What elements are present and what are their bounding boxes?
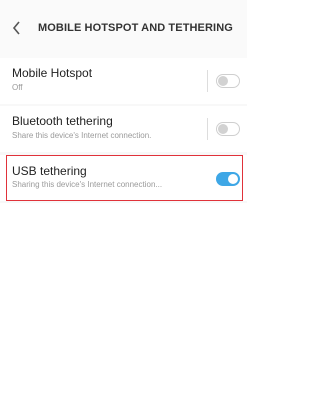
row-divider (207, 118, 208, 140)
tethering-settings-screen: MOBILE HOTSPOT AND TETHERING Mobile Hots… (0, 0, 247, 401)
mobile-hotspot-status: Off (12, 83, 23, 92)
highlight-annotation-box (6, 155, 243, 201)
bluetooth-tethering-toggle[interactable] (216, 122, 240, 136)
page-title: MOBILE HOTSPOT AND TETHERING (38, 22, 233, 34)
toggle-knob (218, 75, 228, 86)
back-button[interactable] (6, 16, 28, 40)
app-bar: MOBILE HOTSPOT AND TETHERING (0, 0, 247, 59)
mobile-hotspot-row[interactable]: Mobile Hotspot Off (0, 58, 247, 104)
row-divider (207, 70, 208, 92)
toggle-knob (218, 123, 228, 134)
mobile-hotspot-toggle[interactable] (216, 74, 240, 88)
bluetooth-tethering-label: Bluetooth tethering (12, 114, 113, 128)
mobile-hotspot-label: Mobile Hotspot (12, 66, 93, 80)
chevron-left-icon (12, 21, 20, 35)
bluetooth-tethering-row[interactable]: Bluetooth tethering Share this device's … (0, 106, 247, 152)
empty-area (0, 203, 247, 401)
bluetooth-tethering-description: Share this device's Internet connection. (12, 131, 152, 140)
